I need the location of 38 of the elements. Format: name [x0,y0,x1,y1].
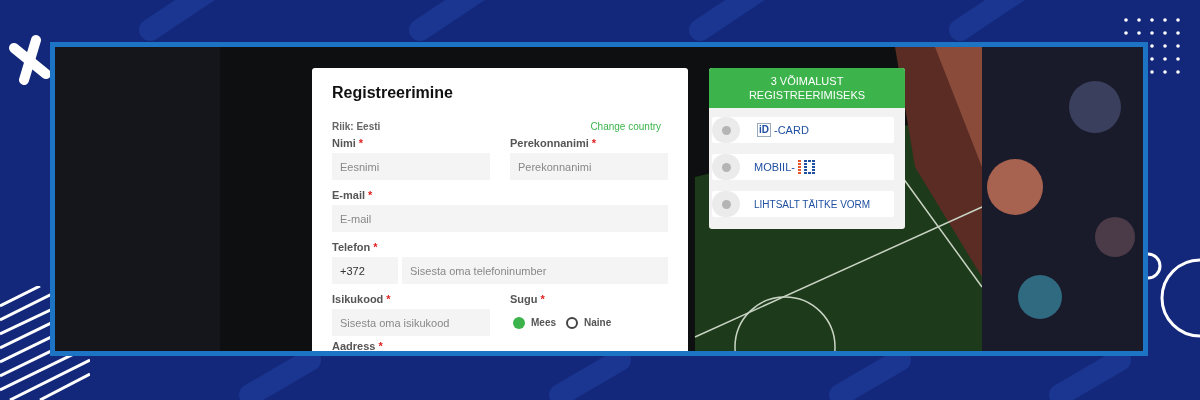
input-field[interactable]: Sisesta oma isikukood [332,309,490,336]
option-label: MOBIIL- [754,159,795,175]
required-mark: * [540,292,545,308]
required-mark: * [386,292,391,308]
field-label: Isikukood [332,292,384,308]
option-item[interactable]: MOBIIL- [712,154,894,180]
radio-button[interactable] [721,199,731,209]
field-label: Telefon [332,240,371,256]
radio-label: Mees [531,316,556,330]
option-label: -CARD [774,122,809,138]
required-mark: * [373,240,378,256]
radio-button[interactable] [721,162,731,172]
required-mark: * [368,188,373,204]
input-field[interactable]: Sisesta oma telefoninumber [402,257,668,284]
input-field[interactable]: Perekonnanimi [510,153,668,180]
option-item[interactable]: iD -CARD [712,117,894,143]
country-label: Riik: Eesti [332,119,381,134]
radio-button[interactable] [721,125,731,135]
radio-label: Naine [584,316,612,330]
required-mark: * [591,136,597,152]
input-field[interactable]: E-mail [332,205,668,232]
required-mark: * [358,136,364,152]
field-label: Perekonnanimi [510,136,589,152]
field-label: Nimi [332,136,356,152]
panel-header: 3 VÕIMALUST REGISTREERIMISEKS [709,68,905,108]
option-label: LIHTSALT TÄITKE VORM [754,197,871,212]
form-title: Registreerimine [332,83,454,103]
id-logo: iD [757,123,771,137]
field-label: E-mail [332,188,365,204]
prefix-field[interactable]: +372 [332,257,398,284]
radio-button[interactable] [513,316,525,329]
field-label: Aadress [332,339,376,351]
dot-matrix-icon [797,160,816,174]
field-label: Sugu [510,292,538,308]
option-item[interactable]: LIHTSALT TÄITKE VORM [712,191,894,217]
radio-button[interactable] [566,316,578,329]
required-mark: * [378,339,383,351]
input-field[interactable]: Eesnimi [332,153,490,180]
